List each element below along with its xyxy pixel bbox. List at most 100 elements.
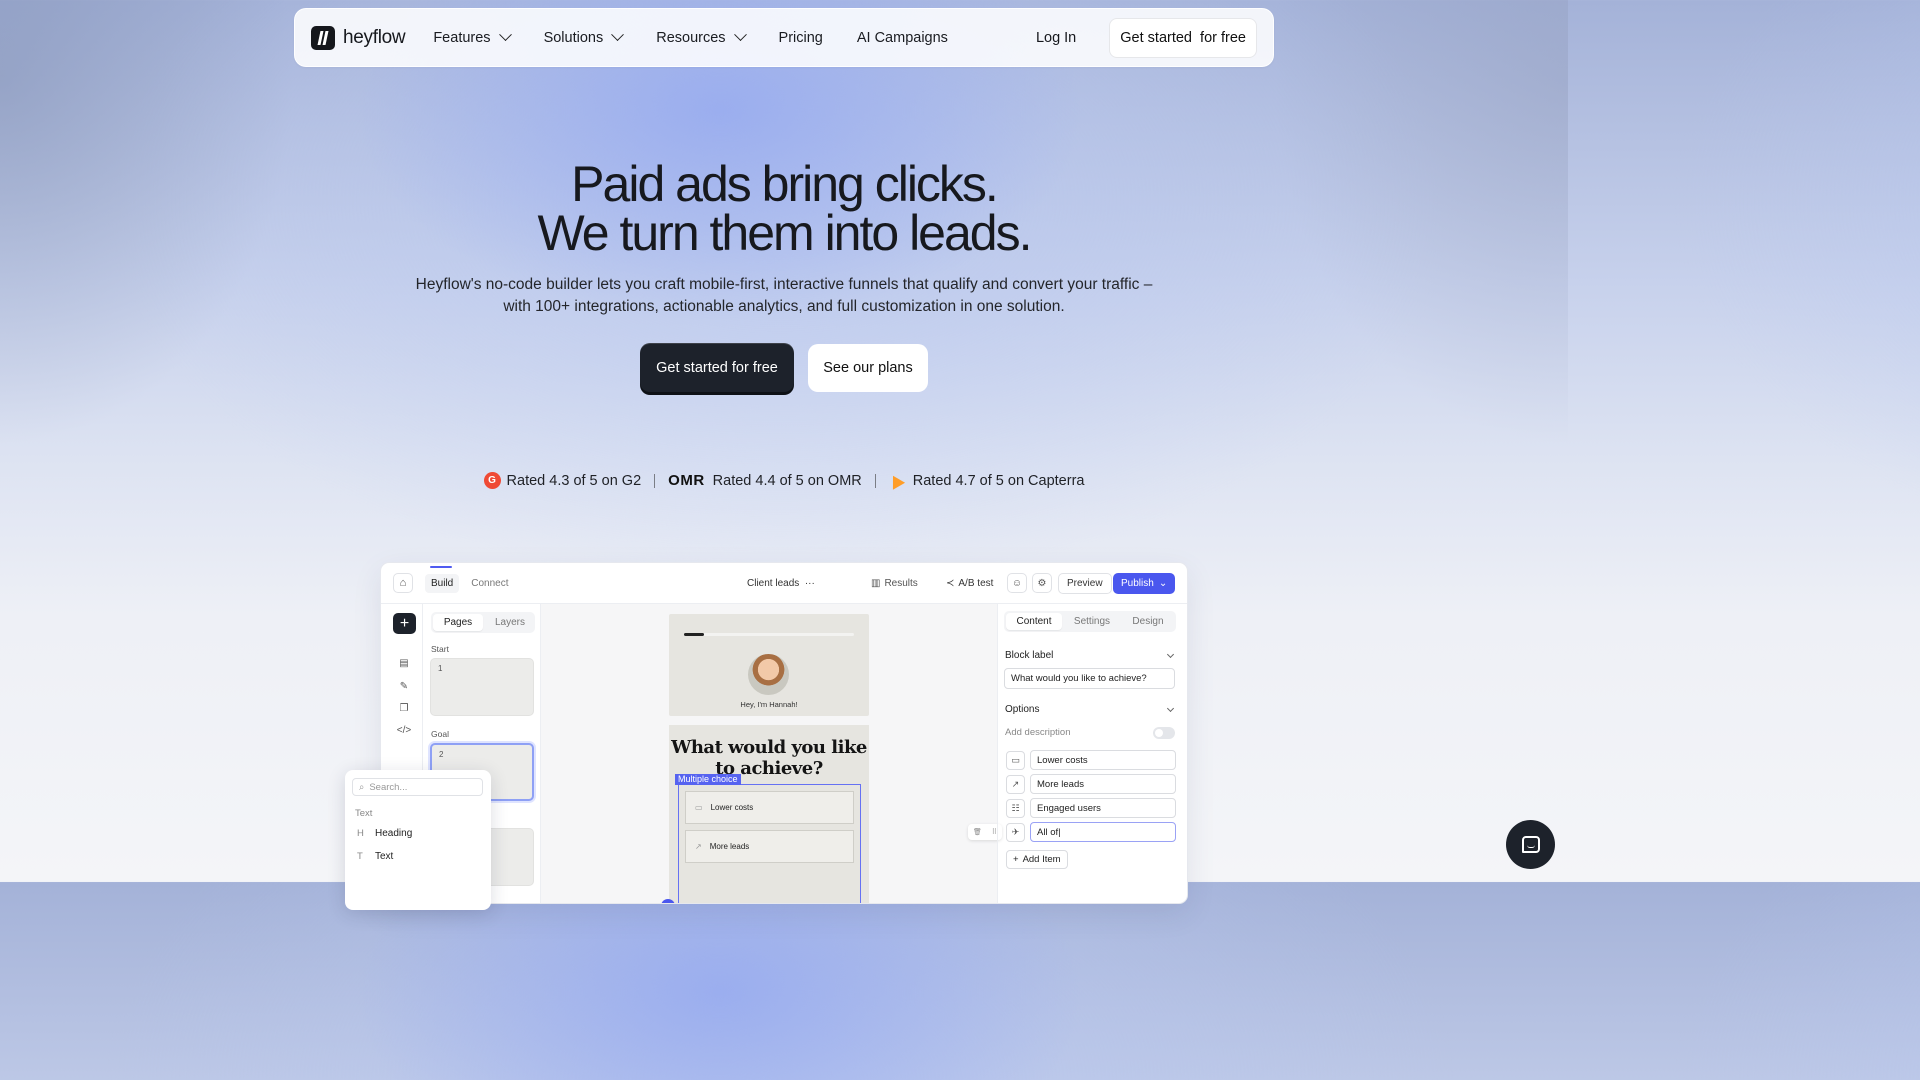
brand-name: heyflow — [343, 26, 406, 48]
question-title[interactable]: What would you like to achieve? — [669, 737, 869, 779]
layers-icon[interactable]: ▤ — [397, 656, 411, 670]
hero-subtitle-line1: Heyflow's no-code builder lets you craft… — [415, 276, 1153, 293]
block-text[interactable]: T Text — [357, 851, 393, 862]
plus-icon: + — [1013, 854, 1019, 865]
option-row: ↗ More leads — [1006, 774, 1176, 794]
rating-omr[interactable]: OMR Rated 4.4 of 5 on OMR — [668, 472, 862, 489]
publish-button[interactable]: Publish ⌄ — [1113, 572, 1176, 594]
add-description-toggle[interactable] — [1153, 727, 1175, 739]
page-group-start: Start — [431, 644, 449, 654]
copy-icon[interactable]: ❐ — [397, 701, 411, 715]
block-label-input[interactable]: What would you like to achieve? — [1004, 668, 1175, 689]
trash-icon[interactable]: 🗑 — [973, 828, 982, 836]
tab-layers[interactable]: Layers — [485, 612, 535, 633]
nav-ai-campaigns-label: AI Campaigns — [856, 29, 948, 46]
login-link[interactable]: Log In — [1036, 30, 1076, 46]
capterra-icon — [886, 471, 905, 490]
ratings-bar: G Rated 4.3 of 5 on G2 OMR Rated 4.4 of … — [0, 471, 1568, 490]
home-icon[interactable]: ⌂ — [393, 573, 413, 593]
choice-option[interactable]: ▭ Lower costs — [685, 791, 854, 824]
nav-get-started-button[interactable]: Get started for free — [1109, 17, 1257, 58]
block-text-label: Text — [375, 851, 394, 862]
intro-screen[interactable]: Hey, I'm Hannah! — [669, 614, 869, 716]
option-input[interactable]: Engaged users — [1030, 798, 1176, 818]
hero-subtitle: Heyflow's no-code builder lets you craft… — [0, 274, 1568, 317]
nav-resources[interactable]: Resources — [656, 28, 747, 46]
heyflow-logo-icon — [311, 25, 335, 50]
greeting-text: Hey, I'm Hannah! — [740, 700, 798, 709]
chevron-down-icon[interactable] — [1166, 650, 1175, 659]
flow-name[interactable]: Client leads ··· — [747, 578, 815, 589]
results-button[interactable]: ▥ Results — [871, 578, 918, 589]
hero-title-line1: Paid ads bring clicks. — [571, 156, 999, 212]
heading-icon: H — [357, 828, 364, 839]
trend-up-icon[interactable]: ↗ — [1006, 774, 1025, 794]
option-input[interactable]: More leads — [1030, 774, 1176, 794]
more-icon[interactable]: ··· — [805, 578, 815, 589]
multiple-choice-block[interactable]: ▭ Lower costs ↗ More leads — [678, 784, 861, 903]
pages-layers-toggle: Pages Layers — [431, 612, 535, 633]
page-thumbnail[interactable]: 1 — [430, 658, 534, 716]
add-block-button[interactable]: + — [393, 613, 416, 634]
option-input[interactable]: All of| — [1030, 822, 1176, 842]
add-item-button[interactable]: + Add Item — [1006, 850, 1068, 869]
tab-build[interactable]: Build — [425, 573, 460, 593]
share-icon: ≺ — [946, 577, 955, 589]
nav-solutions[interactable]: Solutions — [543, 28, 625, 46]
choice-option[interactable]: ↗ More leads — [685, 830, 854, 863]
nav-solutions-label: Solutions — [543, 29, 604, 46]
user-icon[interactable]: ☺ — [1007, 573, 1027, 593]
chevron-down-icon[interactable] — [1166, 704, 1175, 713]
chat-launcher-button[interactable] — [1506, 820, 1555, 869]
block-type-tag: Multiple choice — [675, 774, 741, 785]
bar-chart-icon: ▥ — [871, 577, 881, 589]
block-heading[interactable]: H Heading — [357, 828, 412, 839]
omr-logo-icon: OMR — [668, 472, 705, 489]
get-started-button[interactable]: Get started for free — [640, 343, 794, 392]
chevron-down-icon: ⌄ — [1158, 577, 1168, 589]
tab-pages[interactable]: Pages — [433, 614, 483, 631]
wallet-icon[interactable]: ▭ — [1006, 750, 1025, 770]
rating-g2-text: Rated 4.3 of 5 on G2 — [506, 472, 642, 489]
users-icon[interactable]: ☷ — [1006, 798, 1025, 818]
page-number: 2 — [439, 750, 444, 759]
heyflow-logo[interactable]: heyflow — [311, 25, 406, 50]
nav-features[interactable]: Features — [433, 28, 512, 46]
nav-pricing[interactable]: Pricing — [779, 30, 823, 46]
option-input[interactable]: Lower costs — [1030, 750, 1176, 770]
rating-g2[interactable]: G Rated 4.3 of 5 on G2 — [483, 472, 642, 489]
option-row: ☷ Engaged users — [1006, 798, 1176, 818]
block-search-input[interactable]: ⌕ Search... — [352, 778, 483, 796]
gear-icon[interactable]: ⚙ — [1032, 573, 1052, 593]
properties-panel: Content Settings Design Block label What… — [997, 604, 1187, 903]
add-item-label: Add Item — [1022, 854, 1061, 865]
see-plans-button[interactable]: See our plans — [808, 344, 928, 392]
hero-title-line2: We turn them into leads. — [537, 205, 1032, 261]
tab-content[interactable]: Content — [1006, 613, 1062, 630]
nav-pricing-label: Pricing — [778, 29, 823, 46]
rocket-icon[interactable]: ✈ — [1006, 822, 1025, 842]
preview-button[interactable]: Preview — [1058, 572, 1112, 594]
chat-icon — [1521, 836, 1540, 853]
chevron-down-icon — [498, 28, 512, 42]
trend-up-icon: ↗ — [695, 842, 702, 851]
rating-omr-text: Rated 4.4 of 5 on OMR — [712, 472, 862, 489]
tab-settings[interactable]: Settings — [1064, 611, 1120, 632]
page-number: 1 — [438, 664, 443, 673]
hero-subtitle-line2: with 100+ integrations, actionable analy… — [503, 297, 1065, 315]
brush-icon[interactable]: ✎ — [397, 679, 411, 693]
option-row: ✈ All of| — [1006, 822, 1176, 842]
ab-test-button[interactable]: ≺ A/B test — [946, 578, 993, 589]
tab-design[interactable]: Design — [1120, 611, 1176, 632]
nav-ai-campaigns[interactable]: AI Campaigns — [857, 30, 948, 46]
properties-tabs: Content Settings Design — [1004, 611, 1176, 632]
page-group-goal: Goal — [431, 729, 449, 739]
tab-connect[interactable]: Connect — [465, 574, 514, 593]
search-icon: ⌕ — [359, 781, 365, 793]
nav-resources-label: Resources — [656, 29, 726, 46]
rating-capterra[interactable]: Rated 4.7 of 5 on Capterra — [886, 471, 1084, 490]
search-placeholder: Search... — [369, 781, 408, 793]
results-label: Results — [884, 577, 918, 589]
add-description-label: Add description — [1005, 727, 1071, 738]
code-icon[interactable]: </> — [397, 723, 411, 737]
